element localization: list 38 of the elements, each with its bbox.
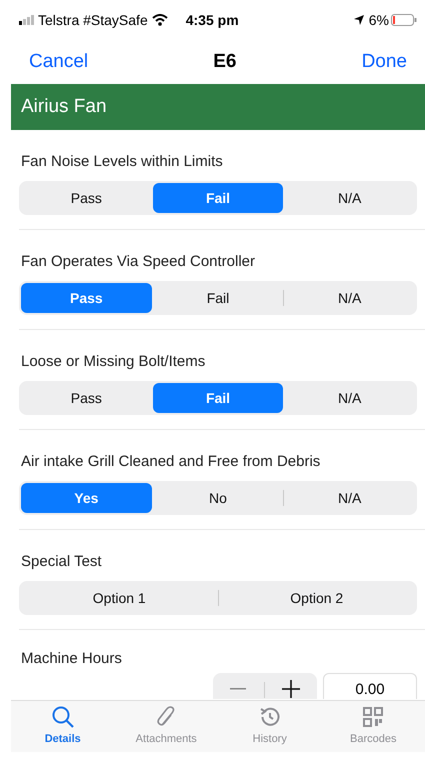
done-button[interactable]: Done <box>362 48 407 76</box>
screen-title: E6 <box>213 50 236 74</box>
question-label: Loose or Missing Bolt/Items <box>21 353 206 371</box>
segment-option[interactable]: No <box>152 483 284 513</box>
plus-icon[interactable] <box>282 680 300 698</box>
segment-option[interactable]: Fail <box>152 283 284 313</box>
segment-option[interactable]: Pass <box>21 183 152 213</box>
segment-option[interactable]: N/A <box>284 283 416 313</box>
field-label: Machine Hours <box>21 650 123 668</box>
location-icon <box>352 14 365 26</box>
segment-option[interactable]: Option 2 <box>218 583 415 613</box>
segment-option[interactable]: Fail <box>152 383 284 413</box>
section-header: Airius Fan <box>11 84 425 130</box>
question-label: Fan Operates Via Speed Controller <box>21 253 256 271</box>
segment-option[interactable]: Option 1 <box>21 583 218 613</box>
search-icon <box>50 705 75 730</box>
carrier-name: Telstra #StaySafe <box>38 10 148 30</box>
question-label: Special Test <box>21 553 103 571</box>
stepper[interactable] <box>213 673 317 699</box>
wifi-icon <box>152 14 168 26</box>
battery-icon <box>391 14 417 26</box>
segment-option[interactable]: Yes <box>21 483 152 513</box>
clock-time: 4:35 pm <box>186 10 239 30</box>
tab[interactable]: Details <box>11 701 114 752</box>
qr-code-icon <box>361 705 386 730</box>
question-label: Air intake Grill Cleaned and Free from Debris <box>21 453 322 471</box>
signal-icon <box>19 15 35 25</box>
question-label: Fan Noise Levels within Limits <box>21 153 224 171</box>
cancel-button[interactable]: Cancel <box>29 48 88 76</box>
segment-option[interactable]: N/A <box>284 483 416 513</box>
battery-percent: 6% <box>368 10 389 30</box>
segment-option[interactable]: N/A <box>284 383 416 413</box>
segment-option[interactable]: Pass <box>21 283 152 313</box>
segment-option[interactable]: N/A <box>284 183 416 213</box>
segment-option[interactable]: Pass <box>21 383 152 413</box>
minus-icon[interactable] <box>230 688 246 690</box>
segment-option[interactable]: Fail <box>152 183 284 213</box>
hours-field[interactable]: 0.00 <box>323 673 417 699</box>
